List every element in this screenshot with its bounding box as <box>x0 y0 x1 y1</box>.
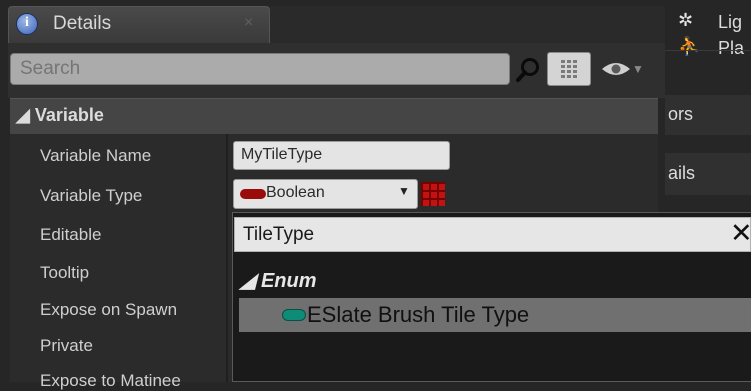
right-panel-tab-label[interactable]: ails <box>668 163 695 184</box>
property-label-expose-on-spawn: Expose on Spawn <box>40 300 178 319</box>
search-input[interactable] <box>10 53 510 85</box>
details-tab-title: Details <box>53 13 112 34</box>
details-info-icon <box>16 13 38 35</box>
clear-search-icon[interactable]: ✕ <box>730 219 751 247</box>
eye-icon[interactable] <box>600 58 632 80</box>
property-label-variable-name: Variable Name <box>40 146 152 165</box>
right-panel-item-lights[interactable]: Lig <box>718 12 742 33</box>
right-panel-item-play[interactable]: Pla <box>718 38 744 59</box>
property-label-editable: Editable <box>40 225 102 244</box>
category-header-enum[interactable]: ◢ Enum <box>240 268 317 293</box>
column-divider[interactable] <box>226 134 228 382</box>
property-matrix-button[interactable] <box>547 52 591 86</box>
grid-icon <box>561 60 577 78</box>
right-panel-divider <box>665 50 751 51</box>
chevron-down-icon[interactable]: ▼ <box>632 62 644 76</box>
search-icon[interactable] <box>515 56 543 84</box>
variable-name-field[interactable]: MyTileType <box>233 141 450 170</box>
variable-type-value: Boolean <box>266 184 325 201</box>
property-label-tooltip: Tooltip <box>40 263 90 282</box>
type-search-value: TileType <box>243 224 315 245</box>
light-icon: ✲ <box>678 10 694 30</box>
chevron-down-icon[interactable]: ▼ <box>398 184 410 198</box>
property-label-private: Private <box>40 336 93 355</box>
type-result-label: ESlate Brush Tile Type <box>307 302 530 327</box>
section-label: ◢ Variable <box>16 105 104 125</box>
tab-strip <box>270 6 665 43</box>
container-grid-icon[interactable] <box>421 182 445 206</box>
property-label-expose-to-matinee: Expose to Matinee <box>40 371 181 390</box>
details-tab[interactable] <box>8 6 270 43</box>
tab-close-icon[interactable]: × <box>244 14 253 32</box>
variable-section-header[interactable] <box>10 98 658 134</box>
type-pill-icon <box>240 189 266 199</box>
property-label-variable-type: Variable Type <box>40 186 143 205</box>
enum-pill-icon <box>282 309 306 321</box>
right-panel-tab-label[interactable]: ors <box>668 104 693 125</box>
play-icon: ⛹ <box>678 36 701 56</box>
